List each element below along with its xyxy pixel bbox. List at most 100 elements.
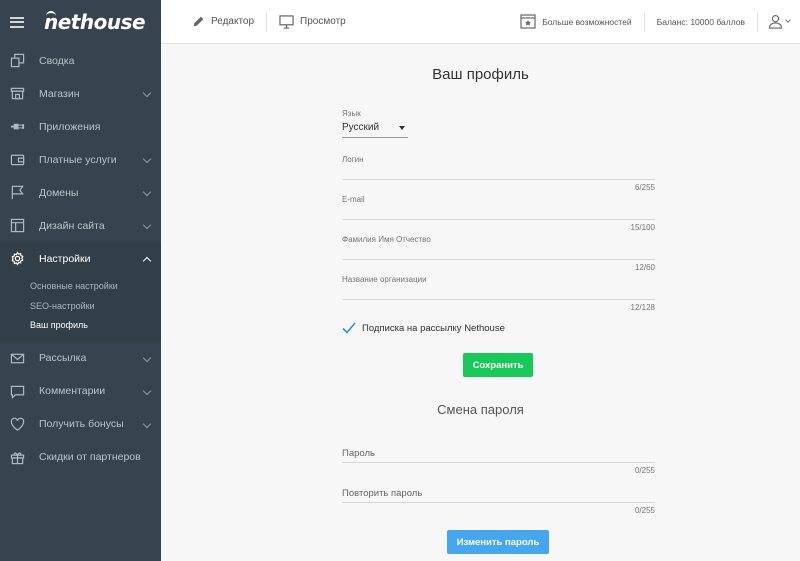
- sidebar-item-partner-discounts[interactable]: Скидки от партнеров: [0, 441, 161, 474]
- sidebar-item-label: Приложения: [39, 120, 101, 133]
- chevron-down-icon: [142, 88, 152, 98]
- sidebar-item-design[interactable]: Дизайн сайта: [0, 209, 161, 242]
- user-menu[interactable]: [758, 14, 800, 29]
- gear-icon: [9, 251, 25, 267]
- layout-icon: [9, 218, 25, 234]
- sidebar-item-label: Магазин: [39, 87, 80, 100]
- fio-label: Фамилия Имя Отчество: [342, 235, 431, 244]
- password-counter: 0/255: [634, 466, 655, 475]
- sidebar-item-apps[interactable]: Приложения: [0, 110, 161, 143]
- settings-submenu: Основные настройки SEO-настройки Ваш про…: [0, 275, 161, 342]
- login-counter: 6/255: [634, 183, 655, 192]
- editor-label: Редактор: [211, 16, 255, 27]
- submenu-item-your-profile[interactable]: Ваш профиль: [0, 316, 161, 336]
- language-select[interactable]: Русский: [342, 121, 408, 138]
- organization-label: Название организации: [342, 275, 427, 284]
- chevron-down-icon: [785, 17, 791, 23]
- sidebar-item-label: Скидки от партнеров: [39, 451, 141, 463]
- brand-bar: nethouse: [0, 0, 161, 44]
- sidebar-item-label: Рассылка: [39, 352, 87, 364]
- fio-input[interactable]: [342, 259, 655, 260]
- heart-icon: [9, 416, 25, 432]
- organization-input[interactable]: [342, 299, 655, 300]
- sidebar-item-bonuses[interactable]: Получить бонусы: [0, 408, 161, 441]
- wallet-icon: [9, 152, 25, 168]
- page-title: Ваш профиль: [432, 66, 529, 83]
- sidebar-item-label: Сводка: [39, 54, 75, 67]
- sidebar-item-label: Платные услуги: [39, 153, 117, 166]
- password-input[interactable]: [342, 462, 655, 463]
- organization-counter: 12/128: [630, 303, 655, 312]
- login-label: Логин: [342, 155, 364, 164]
- email-label: E-mail: [342, 195, 365, 204]
- top-toolbar: Редактор Просмотр Больше возможностей Ба…: [161, 0, 800, 44]
- monitor-icon: [279, 14, 294, 29]
- sidebar-item-settings[interactable]: Настройки: [0, 242, 161, 275]
- mail-icon: [9, 350, 25, 366]
- repeat-password-counter: 0/255: [634, 506, 655, 515]
- sidebar-item-label: Домены: [39, 186, 79, 199]
- chevron-up-icon: [142, 256, 152, 266]
- chevron-down-icon: [142, 187, 152, 197]
- login-input[interactable]: [342, 179, 655, 180]
- store-icon: [9, 86, 25, 102]
- sidebar-item-store[interactable]: Магазин: [0, 77, 161, 110]
- language-label: Язык: [342, 109, 361, 118]
- sidebar-item-comments[interactable]: Комментарии: [0, 375, 161, 408]
- preview-label: Просмотр: [300, 16, 346, 27]
- dashboard-icon: [9, 53, 25, 69]
- fio-field[interactable]: Фамилия Имя Отчество 12/60: [342, 235, 655, 272]
- sidebar-item-domains[interactable]: Домены: [0, 176, 161, 209]
- sidebar-item-dashboard[interactable]: Сводка: [0, 44, 161, 77]
- plug-icon: [9, 119, 25, 135]
- email-counter: 15/100: [630, 223, 655, 232]
- sidebar-item-label: Комментарии: [39, 385, 106, 397]
- language-field: Язык: [342, 109, 655, 118]
- sidebar: nethouse Сводка Магазин Приложения Платн…: [0, 0, 161, 561]
- preview-button[interactable]: Просмотр: [279, 0, 346, 44]
- newsletter-label: Подписка на рассылку Nethouse: [362, 322, 505, 334]
- toolbar-divider: [266, 11, 268, 32]
- repeat-password-label: Повторить пароль: [342, 488, 423, 499]
- balance-text[interactable]: Баланс: 10000 баллов: [645, 17, 757, 27]
- newsletter-checkbox[interactable]: Подписка на рассылку Nethouse: [342, 322, 505, 334]
- repeat-password-input[interactable]: [342, 502, 655, 503]
- more-features-label: Больше возможностей: [542, 16, 632, 27]
- nethouse-logo[interactable]: nethouse: [44, 10, 146, 34]
- flag-icon: [9, 185, 25, 201]
- profile-page: Ваш профиль Язык Русский Логин 6/255 E-m…: [161, 45, 800, 561]
- sidebar-item-label: Получить бонусы: [39, 418, 124, 430]
- chevron-down-icon: [142, 154, 152, 164]
- submenu-item-basic-settings[interactable]: Основные настройки: [0, 277, 161, 297]
- organization-field[interactable]: Название организации 12/128: [342, 275, 655, 312]
- submenu-item-seo-settings[interactable]: SEO-настройки: [0, 297, 161, 317]
- email-input[interactable]: [342, 219, 655, 220]
- gift-icon: [9, 449, 25, 465]
- chevron-down-icon: [142, 419, 152, 428]
- password-section-title: Смена пароля: [437, 402, 524, 417]
- fio-counter: 12/60: [634, 263, 655, 272]
- login-field[interactable]: Логин 6/255: [342, 155, 655, 192]
- editor-button[interactable]: Редактор: [192, 0, 266, 44]
- chevron-down-icon: [142, 220, 152, 230]
- dropdown-arrow-icon: [399, 126, 405, 130]
- password-label: Пароль: [342, 448, 375, 459]
- star-window-icon: [520, 14, 536, 29]
- pencil-icon: [193, 16, 204, 27]
- checkmark-icon: [342, 322, 356, 334]
- comment-icon: [9, 383, 25, 399]
- sidebar-item-label: Настройки: [39, 252, 91, 265]
- save-button[interactable]: Сохранить: [463, 353, 533, 377]
- change-password-button[interactable]: Изменить пароль: [447, 530, 549, 554]
- menu-icon[interactable]: [10, 16, 24, 28]
- sidebar-nav: Сводка Магазин Приложения Платные услуги…: [0, 44, 161, 474]
- user-icon: [768, 15, 783, 29]
- sidebar-item-mailing[interactable]: Рассылка: [0, 342, 161, 375]
- language-value: Русский: [342, 122, 380, 133]
- more-features-button[interactable]: Больше возможностей: [520, 0, 643, 44]
- sidebar-item-paid-services[interactable]: Платные услуги: [0, 143, 161, 176]
- email-field[interactable]: E-mail 15/100: [342, 195, 655, 232]
- repeat-password-field[interactable]: Повторить пароль 0/255: [342, 488, 655, 515]
- chevron-down-icon: [142, 386, 152, 395]
- password-field[interactable]: Пароль 0/255: [342, 448, 655, 475]
